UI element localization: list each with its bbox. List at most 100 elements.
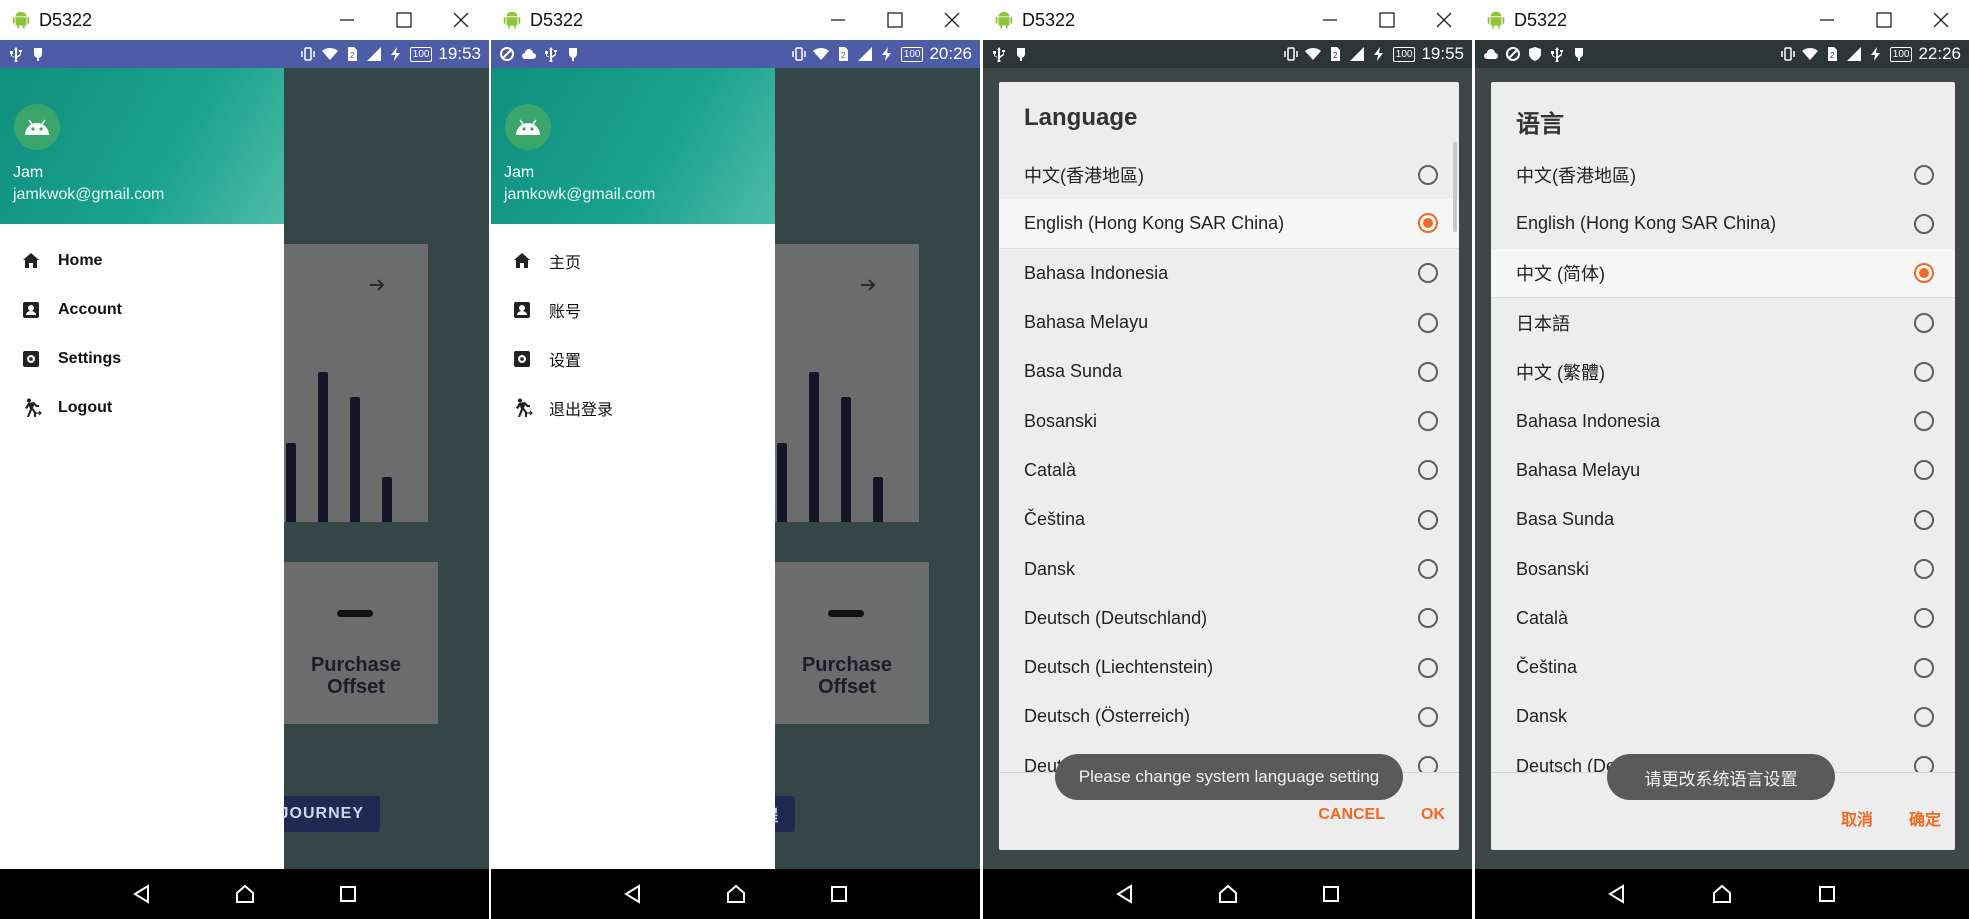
recents-icon[interactable] <box>827 882 851 906</box>
radio-button[interactable] <box>1418 756 1438 772</box>
close-button[interactable] <box>1912 0 1969 40</box>
battery-level: 100 <box>1392 46 1416 62</box>
menu-item-account[interactable]: 账号 <box>491 285 775 334</box>
menu-item-home[interactable]: 主页 <box>491 236 775 285</box>
recents-icon[interactable] <box>336 882 360 906</box>
language-option[interactable]: Basa Sunda <box>1491 495 1955 544</box>
cancel-button[interactable]: 取消 <box>1841 806 1873 830</box>
radio-button[interactable] <box>1914 460 1934 481</box>
language-option[interactable]: Basa Sunda <box>999 347 1459 396</box>
window-title: D5322 <box>1514 9 1568 30</box>
home-nav-icon[interactable] <box>724 882 748 906</box>
language-option[interactable]: 日本語 <box>1491 298 1955 347</box>
menu-item-logout[interactable]: 退出登录 <box>491 383 775 432</box>
radio-button[interactable] <box>1418 460 1438 481</box>
language-option[interactable]: Bosanski <box>1491 544 1955 593</box>
radio-button[interactable] <box>1914 361 1934 382</box>
language-option[interactable]: Bahasa Indonesia <box>999 249 1459 298</box>
language-options: 中文(香港地區) English (Hong Kong SAR China) 中… <box>1491 150 1955 772</box>
radio-button[interactable] <box>1418 706 1438 727</box>
scrollbar[interactable] <box>1453 142 1457 232</box>
language-option[interactable]: Bahasa Melayu <box>1491 446 1955 495</box>
language-option[interactable]: Deutsch (Deutschland) <box>999 594 1459 643</box>
back-icon[interactable] <box>1113 882 1137 906</box>
menu-item-settings[interactable]: 设置 <box>491 334 775 383</box>
radio-button[interactable] <box>1418 263 1438 284</box>
recents-icon[interactable] <box>1815 882 1839 906</box>
svg-text:2: 2 <box>841 51 846 60</box>
language-option[interactable]: 中文 (繁體) <box>1491 347 1955 396</box>
language-option[interactable]: Català <box>1491 594 1955 643</box>
radio-button[interactable] <box>1914 608 1934 629</box>
language-option[interactable]: Čeština <box>999 495 1459 544</box>
language-option[interactable]: Čeština <box>1491 643 1955 692</box>
maximize-button[interactable] <box>375 0 432 40</box>
language-option[interactable]: Deutsch (Österreich) <box>999 692 1459 741</box>
status-time: 19:55 <box>1421 44 1464 63</box>
close-button[interactable] <box>923 0 980 40</box>
home-nav-icon[interactable] <box>1216 882 1240 906</box>
language-option[interactable]: Dansk <box>1491 692 1955 741</box>
language-option[interactable]: Bosanski <box>999 396 1459 445</box>
recents-icon[interactable] <box>1319 882 1343 906</box>
language-option[interactable]: 中文 (简体) <box>1491 248 1955 298</box>
home-nav-icon[interactable] <box>233 882 257 906</box>
home-nav-icon[interactable] <box>1710 882 1734 906</box>
close-button[interactable] <box>1415 0 1472 40</box>
radio-button-selected[interactable] <box>1418 213 1438 234</box>
radio-button[interactable] <box>1914 164 1934 185</box>
minimize-button[interactable] <box>1798 0 1855 40</box>
menu-item-settings[interactable]: Settings <box>0 334 284 383</box>
back-icon[interactable] <box>621 882 645 906</box>
radio-button[interactable] <box>1418 509 1438 530</box>
maximize-button[interactable] <box>1855 0 1912 40</box>
menu-item-home[interactable]: Home <box>0 236 284 285</box>
settings-icon <box>514 350 530 367</box>
language-option[interactable]: English (Hong Kong SAR China) <box>999 199 1459 249</box>
radio-button[interactable] <box>1914 559 1934 580</box>
language-option[interactable]: Català <box>999 446 1459 495</box>
menu-item-label: 退出登录 <box>549 401 614 419</box>
radio-button[interactable] <box>1914 756 1934 772</box>
language-option[interactable]: Bahasa Indonesia <box>1491 396 1955 445</box>
radio-button[interactable] <box>1418 312 1438 333</box>
language-option[interactable]: English (Hong Kong SAR China) <box>1491 199 1955 248</box>
back-icon[interactable] <box>1605 882 1629 906</box>
chart-bar <box>809 372 819 522</box>
radio-button[interactable] <box>1418 411 1438 432</box>
radio-button[interactable] <box>1418 608 1438 629</box>
menu-item-account[interactable]: Account <box>0 285 284 334</box>
navigation-drawer: Jam jamkwok@gmail.com Home Account Setti… <box>0 68 284 869</box>
menu-item-logout[interactable]: Logout <box>0 383 284 432</box>
minimize-button[interactable] <box>1301 0 1358 40</box>
drawer-header: Jam jamkwok@gmail.com <box>0 68 284 224</box>
chart-bar <box>873 477 883 522</box>
language-option[interactable]: Deutsch (Liechtenstein) <box>999 643 1459 692</box>
ok-button[interactable]: OK <box>1421 806 1445 824</box>
radio-button[interactable] <box>1418 657 1438 678</box>
language-option[interactable]: Bahasa Melayu <box>999 298 1459 347</box>
language-option[interactable]: Dansk <box>999 544 1459 593</box>
radio-button[interactable] <box>1914 657 1934 678</box>
back-icon[interactable] <box>130 882 154 906</box>
radio-button[interactable] <box>1418 361 1438 382</box>
language-option[interactable]: 中文(香港地區) <box>1491 150 1955 199</box>
radio-button[interactable] <box>1914 706 1934 727</box>
cancel-button[interactable]: CANCEL <box>1318 806 1385 824</box>
radio-button[interactable] <box>1418 559 1438 580</box>
window-title-bar: D5322 <box>0 0 489 40</box>
ok-button[interactable]: 确定 <box>1909 806 1941 830</box>
language-option[interactable]: 中文(香港地區) <box>999 150 1459 199</box>
radio-button[interactable] <box>1914 509 1934 530</box>
close-button[interactable] <box>432 0 489 40</box>
maximize-button[interactable] <box>866 0 923 40</box>
menu-item-label: Logout <box>58 398 113 416</box>
radio-button[interactable] <box>1914 213 1934 234</box>
minimize-button[interactable] <box>809 0 866 40</box>
maximize-button[interactable] <box>1358 0 1415 40</box>
minimize-button[interactable] <box>318 0 375 40</box>
radio-button[interactable] <box>1914 312 1934 333</box>
radio-button[interactable] <box>1418 164 1438 185</box>
radio-button-selected[interactable] <box>1914 262 1934 283</box>
radio-button[interactable] <box>1914 411 1934 432</box>
